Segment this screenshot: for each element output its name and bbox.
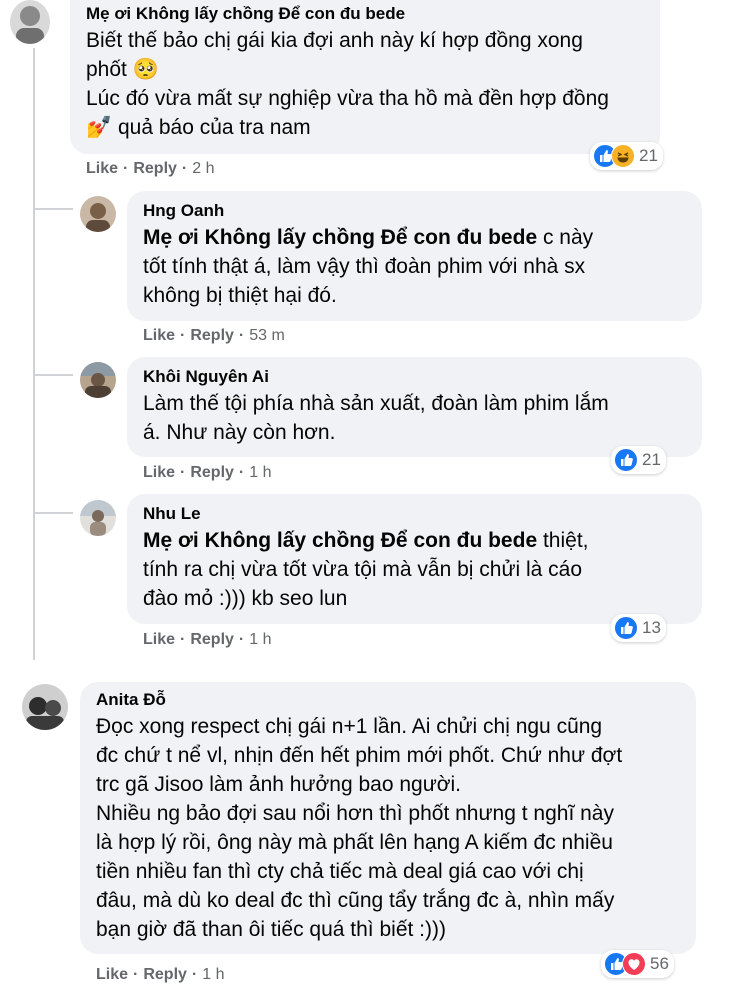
reply-button[interactable]: Reply — [190, 464, 234, 481]
comment-actions: Like · Reply · 53 m — [143, 327, 285, 345]
reaction-count: 21 — [639, 146, 658, 165]
thread-line-branch-2 — [33, 374, 73, 376]
comment-author[interactable]: Khôi Nguyên Ai — [143, 367, 686, 387]
comment-bubble: Hng Oanh Mẹ ơi Không lấy chồng Để con đu… — [127, 191, 702, 321]
reaction-summary[interactable]: 21 — [590, 142, 663, 170]
comment-bubble: Anita Đỗ Đọc xong respect chị gái n+1 lầ… — [80, 682, 696, 954]
separator-dot: · — [133, 966, 139, 983]
reply-button[interactable]: Reply — [133, 160, 177, 177]
thread-line-branch-1 — [33, 208, 73, 210]
comment-text: Làm thế tội phía nhà sản xuất, đoàn làm … — [143, 392, 609, 444]
comment-time[interactable]: 1 h — [249, 464, 271, 481]
thread-line-vertical — [33, 48, 35, 660]
separator-dot: · — [191, 966, 198, 983]
like-icon — [614, 616, 638, 640]
comment-text: Biết thế bảo chị gái kia đợi anh này kí … — [86, 29, 609, 139]
comment-author[interactable]: Hng Oanh — [143, 201, 686, 221]
like-button[interactable]: Like — [86, 160, 118, 177]
reaction-count: 21 — [642, 450, 661, 469]
thread-line-branch-3 — [33, 512, 73, 514]
mention-link[interactable]: Mẹ ơi Không lấy chồng Để con đu bede — [143, 226, 537, 249]
reply-button[interactable]: Reply — [190, 327, 234, 344]
avatar[interactable] — [10, 0, 50, 44]
separator-dot: · — [180, 327, 186, 344]
comment-time[interactable]: 2 h — [192, 160, 214, 177]
comment-bubble: Khôi Nguyên Ai Làm thế tội phía nhà sản … — [127, 357, 702, 457]
comment-author[interactable]: Mẹ ơi Không lấy chồng Để con đu bede — [86, 4, 644, 24]
comment-time[interactable]: 1 h — [249, 631, 271, 648]
avatar[interactable] — [22, 684, 68, 730]
comment-text: Mẹ ơi Không lấy chồng Để con đu bede c n… — [143, 226, 594, 307]
separator-dot: · — [238, 464, 245, 481]
avatar[interactable] — [80, 500, 116, 536]
reaction-count: 13 — [642, 618, 661, 637]
comment-actions: Like · Reply · 1 h — [143, 631, 272, 649]
comment-text: Đọc xong respect chị gái n+1 lần. Ai chử… — [96, 715, 623, 941]
reaction-summary[interactable]: 56 — [601, 950, 674, 978]
comment-actions: Like · Reply · 1 h — [96, 966, 225, 984]
avatar[interactable] — [80, 196, 116, 232]
comment-time[interactable]: 53 m — [249, 327, 285, 344]
haha-icon — [611, 144, 635, 168]
comment-actions: Like · Reply · 1 h — [143, 464, 272, 482]
comment-bubble: Mẹ ơi Không lấy chồng Để con đu bede Biế… — [70, 0, 660, 154]
separator-dot: · — [180, 631, 186, 648]
separator-dot: · — [238, 327, 245, 344]
like-button[interactable]: Like — [143, 631, 175, 648]
comment-author[interactable]: Anita Đỗ — [96, 690, 680, 710]
separator-dot: · — [238, 631, 245, 648]
like-button[interactable]: Like — [96, 966, 128, 983]
love-icon — [622, 952, 646, 976]
like-button[interactable]: Like — [143, 327, 175, 344]
reply-button[interactable]: Reply — [143, 966, 187, 983]
avatar[interactable] — [80, 362, 116, 398]
reaction-summary[interactable]: 13 — [611, 614, 666, 642]
separator-dot: · — [180, 464, 186, 481]
like-button[interactable]: Like — [143, 464, 175, 481]
reaction-count: 56 — [650, 954, 669, 973]
reply-button[interactable]: Reply — [190, 631, 234, 648]
mention-link[interactable]: Mẹ ơi Không lấy chồng Để con đu bede — [143, 529, 537, 552]
comment-actions: Like · Reply · 2 h — [86, 160, 215, 178]
comment-text: Mẹ ơi Không lấy chồng Để con đu bede thi… — [143, 529, 589, 610]
separator-dot: · — [181, 160, 188, 177]
separator-dot: · — [123, 160, 129, 177]
comment-author[interactable]: Nhu Le — [143, 504, 686, 524]
reaction-summary[interactable]: 21 — [611, 446, 666, 474]
comment-time[interactable]: 1 h — [202, 966, 224, 983]
like-icon — [614, 448, 638, 472]
comment-bubble: Nhu Le Mẹ ơi Không lấy chồng Để con đu b… — [127, 494, 702, 624]
